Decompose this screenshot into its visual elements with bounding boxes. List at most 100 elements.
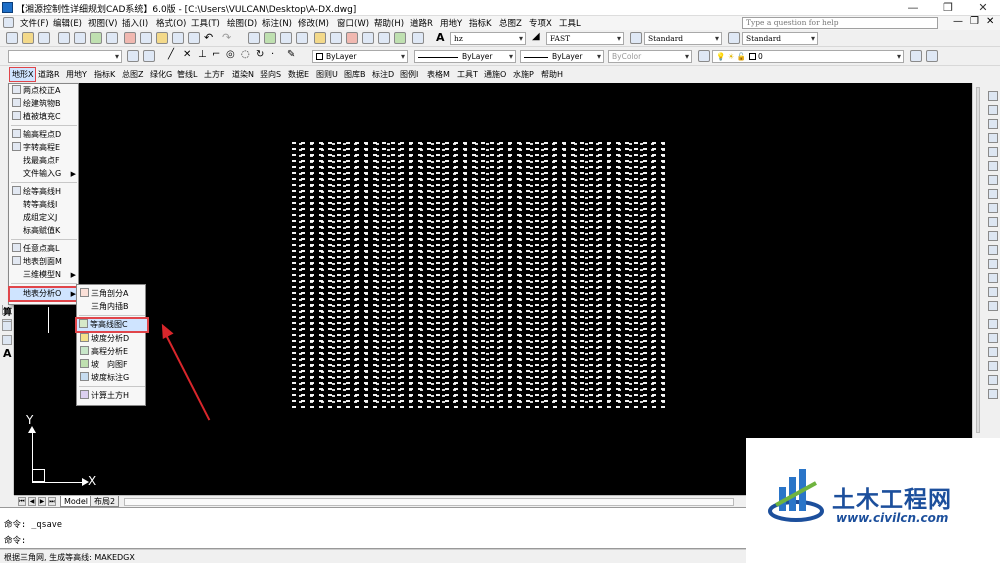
menu-item-elevation-analysis[interactable]: 高程分析E — [80, 346, 144, 358]
menu-item-compute-earthwork[interactable]: 计算土方H — [80, 390, 144, 402]
layer-previous-icon[interactable] — [926, 50, 938, 62]
menu-tools[interactable]: 工具(T) — [191, 17, 220, 29]
pan-icon[interactable] — [248, 32, 260, 44]
menu-road-dye-n[interactable]: 道染N — [232, 69, 254, 80]
menu-window[interactable]: 窗口(W) — [337, 17, 369, 29]
redo-icon[interactable]: ↷ — [222, 31, 231, 44]
menu-view[interactable]: 视图(V) — [88, 17, 117, 29]
table-style-icon[interactable] — [728, 32, 740, 44]
menu-tongshi-o[interactable]: 通施O — [484, 69, 506, 80]
menu-item-input-elevation[interactable]: 输高程点D — [12, 129, 78, 141]
color-select[interactable]: ByLayer — [312, 50, 408, 63]
menu-table-m[interactable]: 表格M — [427, 69, 450, 80]
doc-close-icon[interactable]: ✕ — [986, 16, 994, 27]
point-icon[interactable]: · — [271, 49, 274, 60]
horizontal-scrollbar[interactable] — [124, 498, 734, 506]
line-icon[interactable]: ╱ — [168, 49, 174, 60]
scale-icon[interactable] — [988, 189, 998, 199]
arc-icon[interactable]: ◌ — [241, 49, 250, 60]
menu-tool-t[interactable]: 工具T — [457, 69, 478, 80]
zoom-realtime-icon[interactable] — [264, 32, 276, 44]
copy-icon[interactable] — [140, 32, 152, 44]
hatch-back-icon[interactable] — [988, 375, 998, 385]
layer-properties-icon[interactable] — [698, 50, 710, 62]
mtext-tool-icon[interactable]: A — [3, 347, 12, 360]
menu-item-triangulate[interactable]: 三角剖分A — [80, 288, 144, 300]
text-style-select[interactable]: hz — [450, 32, 526, 45]
menu-item-3d-model[interactable]: 三维模型N ▶ — [12, 269, 78, 281]
sheet-set-icon[interactable] — [362, 32, 374, 44]
maximize-icon[interactable]: ❐ — [935, 0, 961, 16]
help-icon[interactable] — [412, 32, 424, 44]
menu-road[interactable]: 道路R — [410, 17, 433, 29]
hatch-icon[interactable]: ✎ — [287, 49, 295, 60]
new-file-icon[interactable] — [6, 32, 18, 44]
open-file-icon[interactable] — [22, 32, 34, 44]
linetype-select[interactable]: ByLayer — [414, 50, 516, 63]
make-current-layer-icon[interactable] — [910, 50, 922, 62]
dim-front-icon[interactable] — [988, 389, 998, 399]
menu-greening-g[interactable]: 绿化G — [150, 69, 172, 80]
construction-line-icon[interactable]: ✕ — [183, 49, 191, 60]
toolbar-grip[interactable] — [976, 87, 980, 433]
plot-icon[interactable] — [106, 32, 118, 44]
menu-item-assign-elevation[interactable]: 标高赋值K — [12, 225, 78, 237]
bring-front-icon[interactable] — [988, 333, 998, 343]
circle-icon[interactable]: ◎ — [226, 49, 235, 60]
publish-icon[interactable] — [90, 32, 102, 44]
menu-item-find-highest[interactable]: 找最高点F — [12, 155, 78, 167]
command-prompt[interactable]: 命令: — [4, 534, 26, 546]
menu-index[interactable]: 指标K — [469, 17, 492, 29]
zoom-window-icon[interactable] — [280, 32, 292, 44]
menu-item-aspect-map[interactable]: 坡 向图F — [80, 359, 144, 371]
polyline-icon[interactable]: ⌐ — [212, 49, 220, 60]
menu-item-point-height[interactable]: 任意点高L — [12, 243, 78, 255]
menu-road-r[interactable]: 道路R — [38, 69, 60, 80]
move-icon[interactable] — [988, 161, 998, 171]
command-window[interactable]: 命令: _qsave 命令: — [0, 507, 746, 549]
print-preview-icon[interactable] — [74, 32, 86, 44]
menu-item-calibrate[interactable]: 两点校正A — [12, 85, 78, 97]
spline-icon[interactable]: ↻ — [256, 49, 264, 60]
plotstyle-select[interactable]: ByColor — [608, 50, 692, 63]
menu-dimension[interactable]: 标注(N) — [262, 17, 292, 29]
menu-item-contour-map[interactable]: 等高线图C — [75, 317, 149, 333]
menu-help-h[interactable]: 帮助H — [541, 69, 563, 80]
menu-water-p[interactable]: 水施P — [513, 69, 534, 80]
menu-insert[interactable]: 插入(I) — [122, 17, 148, 29]
copy-object-icon[interactable] — [988, 105, 998, 115]
undo-icon[interactable]: ↶ — [204, 31, 213, 44]
menu-item-slope-label[interactable]: 坡度标注G — [80, 372, 144, 384]
menu-item-file-input[interactable]: 文件输入G ▶ — [12, 168, 78, 180]
menu-item-draw-contour[interactable]: 绘等高线H — [12, 186, 78, 198]
trim-icon[interactable] — [988, 217, 998, 227]
menu-help[interactable]: 帮助(H) — [374, 17, 404, 29]
lineweight-select[interactable]: ByLayer — [520, 50, 604, 63]
offset-icon[interactable] — [988, 133, 998, 143]
menu-site-plan[interactable]: 总图Z — [499, 17, 522, 29]
doc-minimize-icon[interactable]: — — [953, 16, 963, 27]
menu-earthwork-f[interactable]: 土方F — [204, 69, 225, 80]
array-icon[interactable] — [988, 147, 998, 157]
menu-data-e[interactable]: 数据E — [288, 69, 309, 80]
drawing-canvas[interactable]: Y X — [14, 83, 972, 495]
menu-item-surface-profile[interactable]: 地表剖面M — [12, 256, 78, 268]
minimize-icon[interactable]: — — [900, 0, 926, 16]
break-icon[interactable] — [988, 245, 998, 255]
stretch-icon[interactable] — [988, 203, 998, 213]
send-back-icon[interactable] — [988, 347, 998, 357]
close-icon[interactable]: ✕ — [970, 0, 996, 16]
brush-icon[interactable] — [188, 32, 200, 44]
layer-select[interactable]: 💡 ☀ 🔓 0 — [712, 50, 904, 63]
menu-modify[interactable]: 修改(M) — [298, 17, 329, 29]
perpendicular-icon[interactable]: ⊥ — [198, 49, 207, 60]
print-icon[interactable] — [58, 32, 70, 44]
match-properties-icon[interactable] — [172, 32, 184, 44]
join-icon[interactable] — [988, 259, 998, 269]
tab-model[interactable]: Model — [60, 496, 93, 507]
next-tab-icon[interactable]: ▶ — [38, 497, 46, 506]
doc-restore-icon[interactable]: ❐ — [970, 16, 979, 27]
menu-item-triangle-interpolate[interactable]: 三角内插B — [80, 301, 144, 313]
mirror-icon[interactable] — [988, 119, 998, 129]
paste-icon[interactable] — [156, 32, 168, 44]
